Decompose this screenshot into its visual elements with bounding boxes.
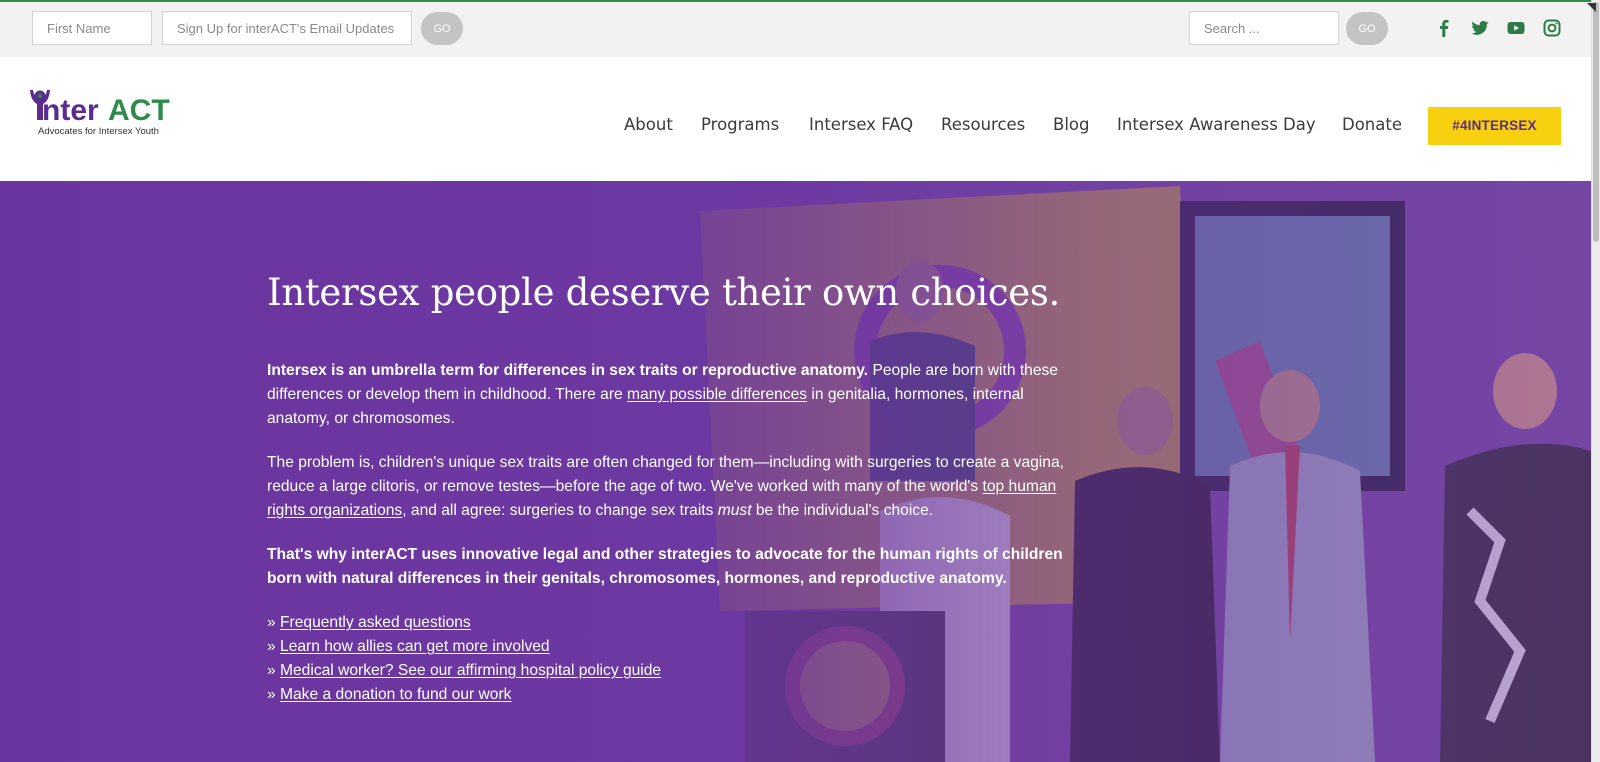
nav-donate[interactable]: Donate	[1342, 115, 1402, 134]
hero-content: Intersex people deserve their own choice…	[267, 269, 1067, 707]
nav-programs[interactable]: Programs	[701, 115, 779, 134]
mission-paragraph: That's why interACT uses innovative lega…	[267, 546, 1063, 587]
twitter-icon[interactable]	[1471, 19, 1489, 37]
problem-emphasis: must	[717, 502, 752, 519]
search-go-button[interactable]: GO	[1346, 12, 1388, 45]
nav-about[interactable]: About	[624, 115, 673, 134]
facebook-icon[interactable]	[1435, 19, 1453, 37]
problem-text-b: , and all agree: surgeries to change sex…	[402, 502, 718, 519]
quick-links-list: » Frequently asked questions » Learn how…	[267, 611, 1067, 707]
donation-link[interactable]: Make a donation to fund our work	[280, 686, 511, 703]
link-bullet: »	[267, 662, 281, 679]
first-name-field[interactable]	[32, 11, 152, 45]
quick-link-item: » Learn how allies can get more involved	[267, 635, 1067, 659]
email-signup-field[interactable]	[162, 11, 412, 45]
quick-link-item: » Frequently asked questions	[267, 611, 1067, 635]
nav-blog[interactable]: Blog	[1053, 115, 1089, 134]
hero-title: Intersex people deserve their own choice…	[267, 271, 1060, 314]
nav-intersex-awareness-day[interactable]: Intersex Awareness Day	[1117, 115, 1316, 134]
hospital-policy-guide-link[interactable]: Medical worker? See our affirming hospit…	[280, 662, 661, 679]
nav-resources[interactable]: Resources	[941, 115, 1025, 134]
quick-link-item: » Medical worker? See our affirming hosp…	[267, 659, 1067, 683]
quick-link-item: » Make a donation to fund our work	[267, 683, 1067, 707]
link-bullet: »	[267, 638, 281, 655]
instagram-icon[interactable]	[1543, 19, 1561, 37]
vertical-scrollbar[interactable]	[1591, 0, 1600, 762]
site-header: nter ACT Advocates for Intersex Youth Ab…	[0, 57, 1591, 181]
logo-inter-text: nter	[42, 94, 99, 127]
page: GO GO nter ACT Advocates for Inter	[0, 0, 1591, 762]
window-corner-arrow-icon	[1587, 3, 1596, 12]
problem-text-c: be the individual's choice.	[751, 502, 934, 519]
intro-paragraph: Intersex is an umbrella term for differe…	[267, 359, 1067, 431]
allies-involved-link[interactable]: Learn how allies can get more involved	[280, 638, 550, 655]
search-input[interactable]	[1189, 11, 1339, 45]
link-bullet: »	[267, 686, 281, 703]
intro-bold-text: Intersex is an umbrella term for differe…	[267, 362, 869, 379]
signup-go-button[interactable]: GO	[421, 12, 463, 45]
logo-tagline: Advocates for Intersex Youth	[38, 126, 159, 137]
youtube-icon[interactable]	[1507, 19, 1525, 37]
problem-paragraph: The problem is, children's unique sex tr…	[267, 451, 1067, 523]
interact-logo[interactable]: nter ACT Advocates for Intersex Youth	[28, 86, 184, 141]
problem-text-a: The problem is, children's unique sex tr…	[267, 454, 1064, 495]
possible-differences-link[interactable]: many possible differences	[627, 386, 807, 403]
faq-link[interactable]: Frequently asked questions	[280, 614, 471, 631]
nav-intersex-faq[interactable]: Intersex FAQ	[809, 115, 913, 134]
top-utility-bar: GO GO	[0, 2, 1591, 57]
logo-act-text: ACT	[108, 94, 170, 127]
hero-section: Intersex people deserve their own choice…	[0, 181, 1591, 762]
intersex-hashtag-button[interactable]: #4INTERSEX	[1428, 107, 1561, 145]
link-bullet: »	[267, 614, 281, 631]
scrollbar-thumb[interactable]	[1593, 2, 1599, 242]
